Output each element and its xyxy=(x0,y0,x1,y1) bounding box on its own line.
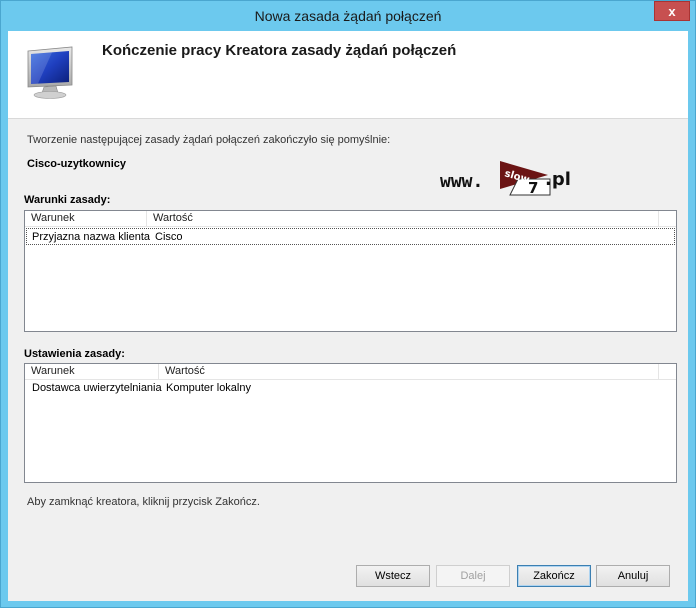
title-bar[interactable]: Nowa zasada żądań połączeń x xyxy=(1,1,695,31)
watermark-flag-bottom: 7 xyxy=(528,179,538,197)
next-button: Dalej xyxy=(436,565,510,587)
page-title: Kończenie pracy Kreatora zasady żądań po… xyxy=(102,42,457,59)
flag-icon: slow 7 xyxy=(500,161,551,197)
monitor-icon xyxy=(27,46,73,99)
column-header-condition[interactable]: Warunek xyxy=(25,211,147,227)
column-header-condition[interactable]: Warunek xyxy=(25,364,159,380)
watermark-prefix: www. xyxy=(440,171,484,192)
policy-name: Cisco-uzytkownicy xyxy=(27,158,127,170)
dialog-body: Kończenie pracy Kreatora zasady żądań po… xyxy=(8,31,688,601)
wizard-window: Nowa zasada żądań połączeń x Kończenie p… xyxy=(0,0,696,608)
watermark-suffix: .pl xyxy=(545,169,571,190)
table-row[interactable]: Dostawca uwierzytelniania Komputer lokal… xyxy=(25,380,676,397)
column-header-value[interactable]: Wartość xyxy=(159,364,659,380)
settings-list[interactable]: Warunek Wartość Dostawca uwierzytelniani… xyxy=(24,363,677,483)
finish-hint: Aby zamknąć kreatora, kliknij przycisk Z… xyxy=(27,496,260,508)
cell-condition: Dostawca uwierzytelniania xyxy=(32,382,162,394)
column-header-value[interactable]: Wartość xyxy=(147,211,659,227)
table-row[interactable]: Przyjazna nazwa klienta Cisco xyxy=(26,228,675,245)
cell-condition: Przyjazna nazwa klienta xyxy=(32,231,151,243)
wizard-header: Kończenie pracy Kreatora zasady żądań po… xyxy=(8,31,688,119)
list-header: Warunek Wartość xyxy=(25,364,676,380)
watermark-logo: www. slow 7 .pl xyxy=(440,159,580,201)
conditions-label: Warunki zasady: xyxy=(24,194,111,206)
settings-label: Ustawienia zasady: xyxy=(24,348,125,360)
finish-button[interactable]: Zakończ xyxy=(517,565,591,587)
cancel-button[interactable]: Anuluj xyxy=(596,565,670,587)
list-header: Warunek Wartość xyxy=(25,211,676,227)
intro-text: Tworzenie następującej zasady żądań połą… xyxy=(27,134,391,146)
cell-value: Cisco xyxy=(155,231,183,243)
cell-value: Komputer lokalny xyxy=(166,382,251,394)
window-title: Nowa zasada żądań połączeń xyxy=(254,8,442,24)
conditions-list[interactable]: Warunek Wartość Przyjazna nazwa klienta … xyxy=(24,210,677,332)
back-button[interactable]: Wstecz xyxy=(356,565,430,587)
close-button[interactable]: x xyxy=(654,1,690,21)
